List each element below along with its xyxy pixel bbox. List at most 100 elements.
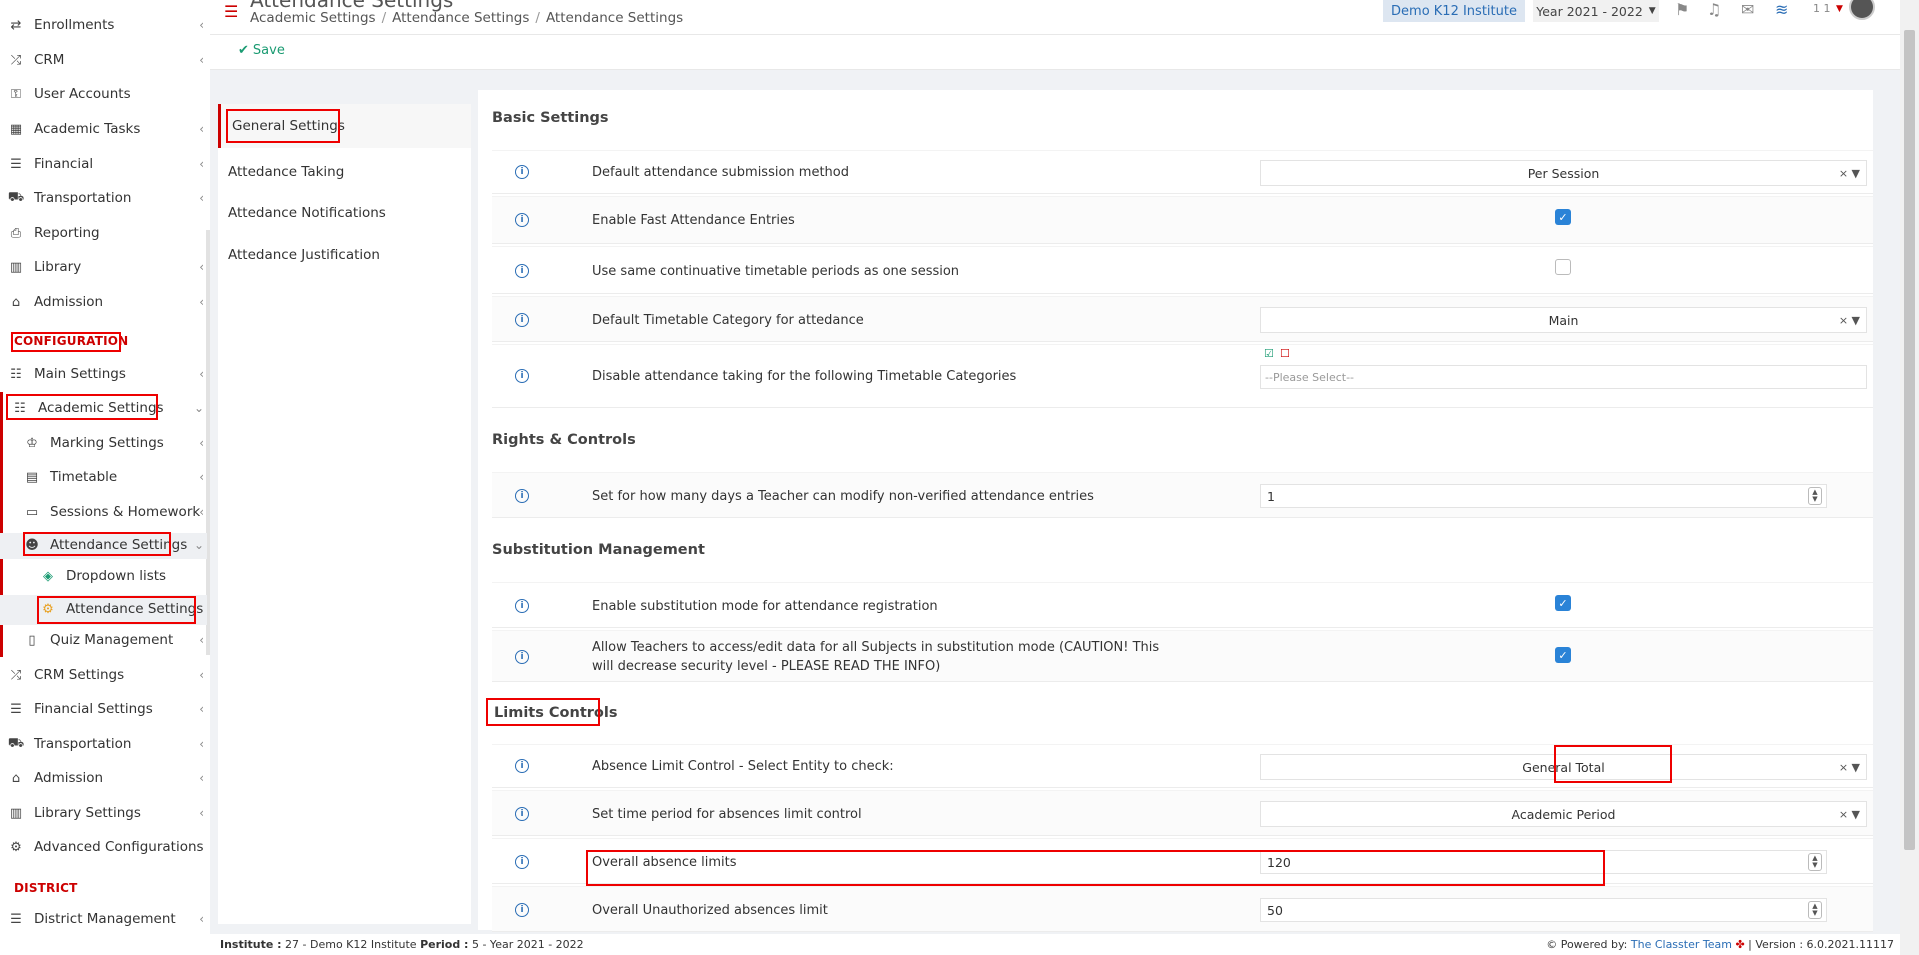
info-icon[interactable]: i (515, 903, 529, 917)
breadcrumb-item[interactable]: Attendance Settings (392, 10, 529, 26)
submission-method-select[interactable]: Per Session × ▼ (1260, 160, 1867, 186)
setting-label: Use same continuative timetable periods … (592, 264, 960, 279)
user-check-icon: ☻ (25, 537, 39, 553)
books-icon: ▥ (9, 259, 23, 275)
sidebar-item-academic-tasks[interactable]: ▦ Academic Tasks ‹ (0, 114, 210, 144)
sidebar-item-dropdown-lists[interactable]: ◈ Dropdown lists (0, 561, 210, 591)
select-value: General Total (1522, 759, 1605, 775)
clear-caret-icon[interactable]: × ▼ (1839, 167, 1860, 180)
sidebar-item-user-accounts[interactable]: ⚿ User Accounts (0, 79, 210, 109)
sidebar-item-label: User Accounts (34, 86, 131, 102)
info-icon[interactable]: i (515, 807, 529, 821)
print-icon: ⎙ (10, 225, 22, 241)
chevron-down-icon: ⌄ (193, 538, 204, 552)
info-icon[interactable]: i (515, 165, 529, 179)
chevron-left-icon: ‹ (199, 702, 204, 716)
clear-caret-icon[interactable]: × ▼ (1839, 761, 1860, 774)
info-icon[interactable]: i (515, 650, 529, 664)
avatar[interactable] (1849, 0, 1875, 20)
sidebar-item-academic-settings[interactable]: ☷ Academic Settings ⌄ (0, 393, 210, 423)
setting-row-time-period: i Set time period for absences limit con… (492, 790, 1873, 836)
sidebar-item-enrollments[interactable]: ⇄ Enrollments ‹ (0, 10, 210, 40)
disable-categories-multiselect[interactable]: --Please Select-- (1260, 365, 1867, 389)
sidebar-item-financial-settings-config[interactable]: ☰ Financial Settings ‹ (0, 694, 210, 724)
spinner-icon[interactable]: ▲ ▼ (1808, 487, 1822, 505)
footer: Institute : 27 - Demo K12 Institute Peri… (210, 934, 1900, 955)
sidebar-item-transportation[interactable]: ⛟ Transportation ‹ (0, 183, 210, 213)
sidebar-item-sessions-homework[interactable]: ▭ Sessions & Homework ‹ (0, 497, 210, 527)
tab-attendance-justification[interactable]: Attedance Justification (218, 233, 471, 277)
info-icon[interactable]: i (515, 213, 529, 227)
books-icon: ▥ (9, 805, 23, 821)
sidebar-item-crm-settings-config[interactable]: ⤮ CRM Settings ‹ (0, 660, 210, 690)
chevron-left-icon: ‹ (199, 668, 204, 682)
sidebar-item-admission[interactable]: ⌂ Admission ‹ (0, 287, 210, 317)
sidebar-item-library[interactable]: ▥ Library ‹ (0, 252, 210, 282)
sidebar-item-transportation-config[interactable]: ⛟ Transportation ‹ (0, 729, 210, 759)
info-icon[interactable]: i (515, 489, 529, 503)
sidebar-item-attendance-settings[interactable]: ☻ Attendance Settings ⌄ (0, 530, 210, 560)
institute-button[interactable]: Demo K12 Institute (1383, 0, 1525, 22)
tab-label: Attedance Notifications (228, 205, 386, 221)
unauthorized-limit-input[interactable]: 50 ▲ ▼ (1260, 898, 1827, 922)
envelope-icon[interactable]: ✉ (1741, 0, 1754, 19)
sidebar-item-advanced-configurations-config[interactable]: ⚙ Advanced Configurations (0, 832, 210, 862)
tab-attendance-taking[interactable]: Attedance Taking (218, 150, 471, 194)
chevron-left-icon: ‹ (199, 470, 204, 484)
sidebar-item-main-settings[interactable]: ☷ Main Settings ‹ (0, 359, 210, 389)
sidebar-item-label: Financial (34, 156, 94, 172)
sidebar: CONFIGURATION DISTRICT ⇄ Enrollments ‹ ⤮ CRM… (0, 0, 210, 955)
spinner-icon[interactable]: ▲ ▼ (1808, 901, 1822, 919)
absence-entity-select[interactable]: General Total × ▼ (1260, 754, 1867, 780)
caret-down-icon[interactable]: ▼ (1836, 4, 1843, 14)
page-scrollbar[interactable] (1900, 0, 1919, 955)
sidebar-item-attendance-settings-page[interactable]: ⚙ Attendance Settings (0, 594, 210, 624)
money-icon: ☰ (10, 701, 22, 717)
info-icon[interactable]: i (515, 599, 529, 613)
info-icon[interactable]: i (515, 313, 529, 327)
deselect-all-icon[interactable]: ☐ (1280, 347, 1290, 360)
sidebar-item-quiz-management[interactable]: ▯ Quiz Management ‹ (0, 625, 210, 655)
timetable-category-select[interactable]: Main × ▼ (1260, 307, 1867, 333)
substitution-mode-checkbox[interactable]: ✓ (1555, 595, 1571, 611)
info-icon[interactable]: i (515, 264, 529, 278)
sidebar-item-crm[interactable]: ⤮ CRM ‹ (0, 45, 210, 75)
sidebar-item-label: Library (34, 259, 82, 275)
scrollbar-thumb[interactable] (1904, 30, 1915, 850)
classter-team-link[interactable]: The Classter Team (1631, 938, 1732, 951)
teacher-access-checkbox[interactable]: ✓ (1555, 647, 1571, 663)
sidebar-item-library-settings-config[interactable]: ▥ Library Settings ‹ (0, 798, 210, 828)
stack-icon[interactable]: ≋ (1775, 0, 1788, 19)
time-period-select[interactable]: Academic Period × ▼ (1260, 801, 1867, 827)
sidebar-item-district-management[interactable]: ☰ District Management ‹ (0, 904, 210, 934)
sidebar-item-admission-config[interactable]: ⌂ Admission ‹ (0, 763, 210, 793)
year-selector[interactable]: Year 2021 - 2022 ▼ (1533, 0, 1659, 22)
sidebar-item-timetable[interactable]: ▤ Timetable ‹ (0, 462, 210, 492)
flag-icon[interactable]: ⚑ (1675, 0, 1689, 19)
info-icon[interactable]: i (515, 759, 529, 773)
fast-entries-checkbox[interactable]: ✓ (1555, 209, 1571, 225)
hamburger-menu-icon[interactable]: ☰ (224, 2, 238, 21)
spinner-icon[interactable]: ▲ ▼ (1808, 853, 1822, 871)
sidebar-item-financial[interactable]: ☰ Financial ‹ (0, 149, 210, 179)
modify-days-input[interactable]: 1 ▲ ▼ (1260, 484, 1827, 508)
overall-limit-input[interactable]: 120 ▲ ▼ (1260, 850, 1827, 874)
setting-row-disable-categories: i Disable attendance taking for the foll… (492, 344, 1873, 408)
chevron-left-icon: ‹ (199, 737, 204, 751)
bell-icon[interactable]: ♫ (1707, 0, 1721, 19)
info-icon[interactable]: i (515, 369, 529, 383)
clear-caret-icon[interactable]: × ▼ (1839, 314, 1860, 327)
breadcrumb-item[interactable]: Academic Settings (250, 10, 376, 26)
chevron-down-icon: ⌄ (193, 401, 204, 415)
institution-icon: ⌂ (11, 294, 21, 310)
save-button[interactable]: ✔ Save (238, 43, 285, 58)
sidebar-item-marking-settings[interactable]: ♔ Marking Settings ‹ (0, 428, 210, 458)
clear-caret-icon[interactable]: × ▼ (1839, 808, 1860, 821)
breadcrumb-item: Attendance Settings (545, 10, 684, 26)
select-all-icon[interactable]: ☑ (1264, 347, 1274, 360)
tab-general-settings[interactable]: General Settings (218, 104, 471, 148)
sidebar-item-reporting[interactable]: ⎙ Reporting (0, 218, 210, 248)
tab-attendance-notifications[interactable]: Attedance Notifications (218, 191, 471, 235)
info-icon[interactable]: i (515, 855, 529, 869)
same-periods-checkbox[interactable] (1555, 259, 1571, 275)
